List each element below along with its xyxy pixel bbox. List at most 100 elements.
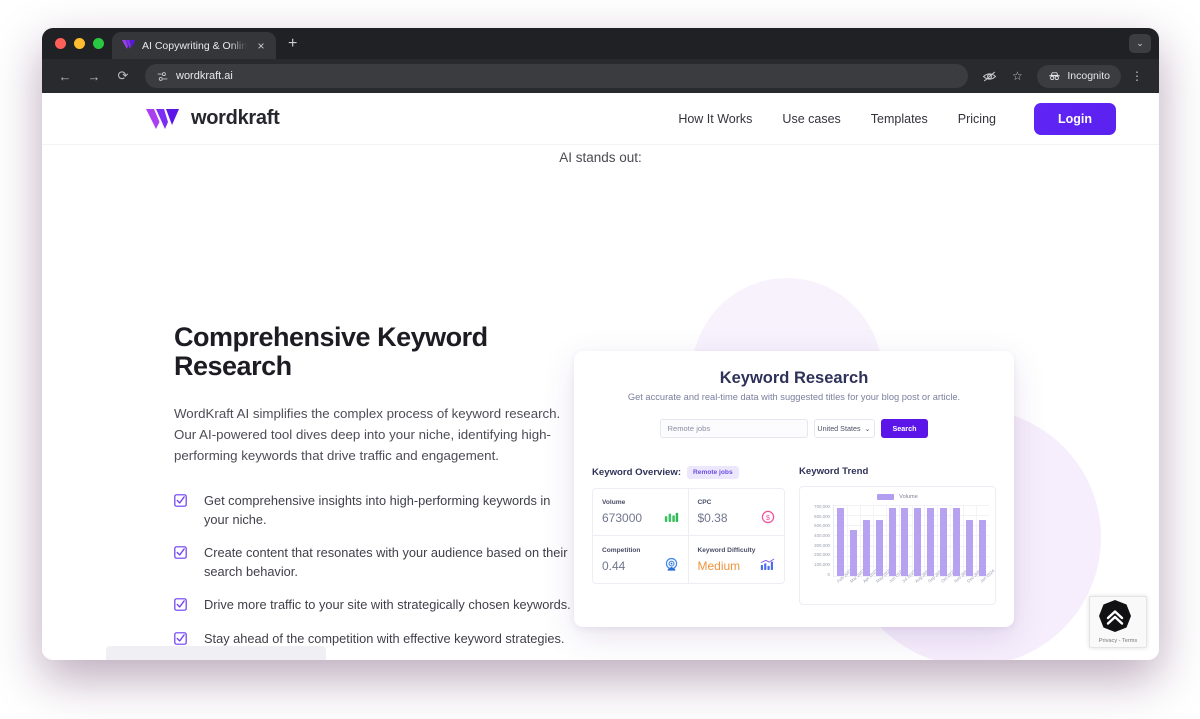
tab-title: AI Copywriting & Online Conte xyxy=(142,39,247,52)
chart-bar[interactable] xyxy=(940,507,948,576)
y-tick: 600,000 xyxy=(814,513,830,519)
eye-slash-icon[interactable] xyxy=(977,64,1001,88)
chart-vgridline xyxy=(924,505,926,576)
incognito-hat-icon xyxy=(1049,72,1061,80)
keyword-overview-header: Keyword Overview: Remote jobs xyxy=(592,466,785,479)
chart-bar[interactable] xyxy=(953,507,961,576)
chart-bar[interactable] xyxy=(978,520,986,576)
nav-link-pricing[interactable]: Pricing xyxy=(958,112,996,126)
double-chevron-up-icon xyxy=(1099,600,1131,632)
intro-line-2: AI stands out: xyxy=(559,150,642,165)
site-navigation: How It Works Use cases Templates Pricing… xyxy=(678,102,1116,135)
back-button[interactable]: ← xyxy=(52,63,78,89)
chart-vgridline xyxy=(911,505,913,576)
close-window-button[interactable] xyxy=(55,38,66,49)
keyword-search-input[interactable]: Remote jobs xyxy=(659,419,808,438)
forward-button[interactable]: → xyxy=(81,63,107,89)
metrics-grid: Volume 673000 CPC $0.38 $ Competition 0.… xyxy=(592,488,785,584)
svg-text:$: $ xyxy=(766,515,770,522)
wordkraft-logo-icon xyxy=(122,40,135,49)
scroll-to-top-button[interactable] xyxy=(1098,599,1132,633)
chart-bar[interactable] xyxy=(914,507,922,576)
metric-label: Volume xyxy=(602,499,626,506)
list-item: Drive more traffic to your site with str… xyxy=(174,596,574,615)
keyword-research-mockup: Keyword Research Get accurate and real-t… xyxy=(574,351,1014,627)
chart-bar[interactable] xyxy=(849,530,857,576)
country-select[interactable]: United States ⌄ xyxy=(813,419,875,438)
new-tab-button[interactable]: + xyxy=(288,36,297,52)
chart-vgridline xyxy=(846,505,848,576)
metric-keyword-difficulty: Keyword Difficulty Medium xyxy=(689,536,785,583)
mockup-subtitle: Get accurate and real-time data with sug… xyxy=(627,392,961,402)
chart-bar[interactable] xyxy=(966,520,974,576)
y-tick: 500,000 xyxy=(814,523,830,529)
list-item: Create content that resonates with your … xyxy=(174,544,574,581)
incognito-label: Incognito xyxy=(1067,70,1110,82)
keyword-trend-panel: Keyword Trend Volume 700,000 600,000 500… xyxy=(799,466,996,605)
chart-bar[interactable] xyxy=(862,520,870,576)
nav-link-templates[interactable]: Templates xyxy=(871,112,928,126)
chart-bar[interactable] xyxy=(901,507,909,576)
tab-close-icon[interactable]: × xyxy=(254,40,268,52)
metric-label: Keyword Difficulty xyxy=(697,547,756,554)
chart-vgridline xyxy=(937,505,939,576)
browser-tab[interactable]: AI Copywriting & Online Conte × xyxy=(112,32,276,59)
browser-menu-icon[interactable]: ⋮ xyxy=(1125,64,1149,88)
search-button[interactable]: Search xyxy=(880,419,929,438)
chart-vgridline xyxy=(976,505,978,576)
chart-bar[interactable] xyxy=(927,507,935,576)
keyword-trend-title: Keyword Trend xyxy=(799,466,869,477)
address-bar[interactable]: wordkraft.ai xyxy=(145,64,969,88)
toolbar-right-controls: ☆ Incognito ⋮ xyxy=(977,64,1149,88)
chart-bar[interactable] xyxy=(888,507,896,576)
feature-description: WordKraft AI simplifies the complex proc… xyxy=(174,406,561,464)
feature-visual-column: Keyword Research Get accurate and real-t… xyxy=(574,268,1119,660)
target-icon xyxy=(665,557,677,571)
nav-link-how-it-works[interactable]: How It Works xyxy=(678,112,752,126)
chart-bar[interactable] xyxy=(875,520,883,576)
bookmark-star-icon[interactable]: ☆ xyxy=(1005,64,1029,88)
mockup-body: Keyword Overview: Remote jobs Volume 673… xyxy=(592,466,996,605)
chart-vgridline xyxy=(963,505,965,576)
tune-icon[interactable] xyxy=(157,71,168,82)
metric-value: 673000 xyxy=(602,511,643,525)
chart-vgridline xyxy=(859,505,861,576)
checkbox-check-icon xyxy=(174,598,187,612)
recaptcha-privacy-terms[interactable]: Privacy - Terms xyxy=(1099,638,1137,644)
site-header: wordkraft How It Works Use cases Templat… xyxy=(42,93,1159,144)
metric-value: $0.38 xyxy=(697,511,728,525)
mockup-title: Keyword Research xyxy=(719,369,869,387)
y-tick: 400,000 xyxy=(814,532,830,538)
chart-bar[interactable] xyxy=(836,507,844,576)
y-tick: 200,000 xyxy=(814,552,830,558)
chevron-down-icon: ⌄ xyxy=(864,424,871,433)
metric-cpc: CPC $0.38 $ xyxy=(688,489,784,536)
browser-toolbar: ← → ⟳ wordkraft.ai ☆ Incognito ⋮ xyxy=(42,59,1159,93)
country-select-value: United States xyxy=(817,424,861,433)
metric-value: 0.44 xyxy=(602,559,626,573)
incognito-indicator[interactable]: Incognito xyxy=(1037,64,1121,88)
keyword-trend-chart: Volume 700,000 600,000 500,000 400,000 3… xyxy=(799,486,996,605)
minimize-window-button[interactable] xyxy=(74,38,85,49)
login-button[interactable]: Login xyxy=(1033,102,1116,135)
y-tick: 300,000 xyxy=(814,542,830,548)
nav-link-use-cases[interactable]: Use cases xyxy=(782,112,840,126)
site-logo[interactable]: wordkraft xyxy=(146,107,280,130)
page-viewport: Our platform is designed with your needs… xyxy=(42,93,1159,660)
list-item-label: Create content that resonates with your … xyxy=(204,545,568,579)
feature-text-column: Comprehensive Keyword Research WordKraft… xyxy=(174,268,574,660)
metric-label: Competition xyxy=(602,547,641,554)
trend-chart-icon xyxy=(760,558,775,570)
metric-competition: Competition 0.44 xyxy=(593,536,689,583)
footer-placeholder xyxy=(106,646,326,660)
dollar-coin-icon: $ xyxy=(761,510,775,524)
feature-checklist: Get comprehensive insights into high-per… xyxy=(174,492,574,648)
checkbox-check-icon xyxy=(174,546,187,560)
reload-button[interactable]: ⟳ xyxy=(110,63,136,89)
url-text: wordkraft.ai xyxy=(176,70,233,82)
metric-label: CPC xyxy=(697,499,712,506)
window-traffic-lights xyxy=(53,28,112,59)
maximize-window-button[interactable] xyxy=(93,38,104,49)
window-expand-button[interactable]: ⌄ xyxy=(1129,34,1151,53)
list-item-label: Get comprehensive insights into high-per… xyxy=(204,493,551,527)
